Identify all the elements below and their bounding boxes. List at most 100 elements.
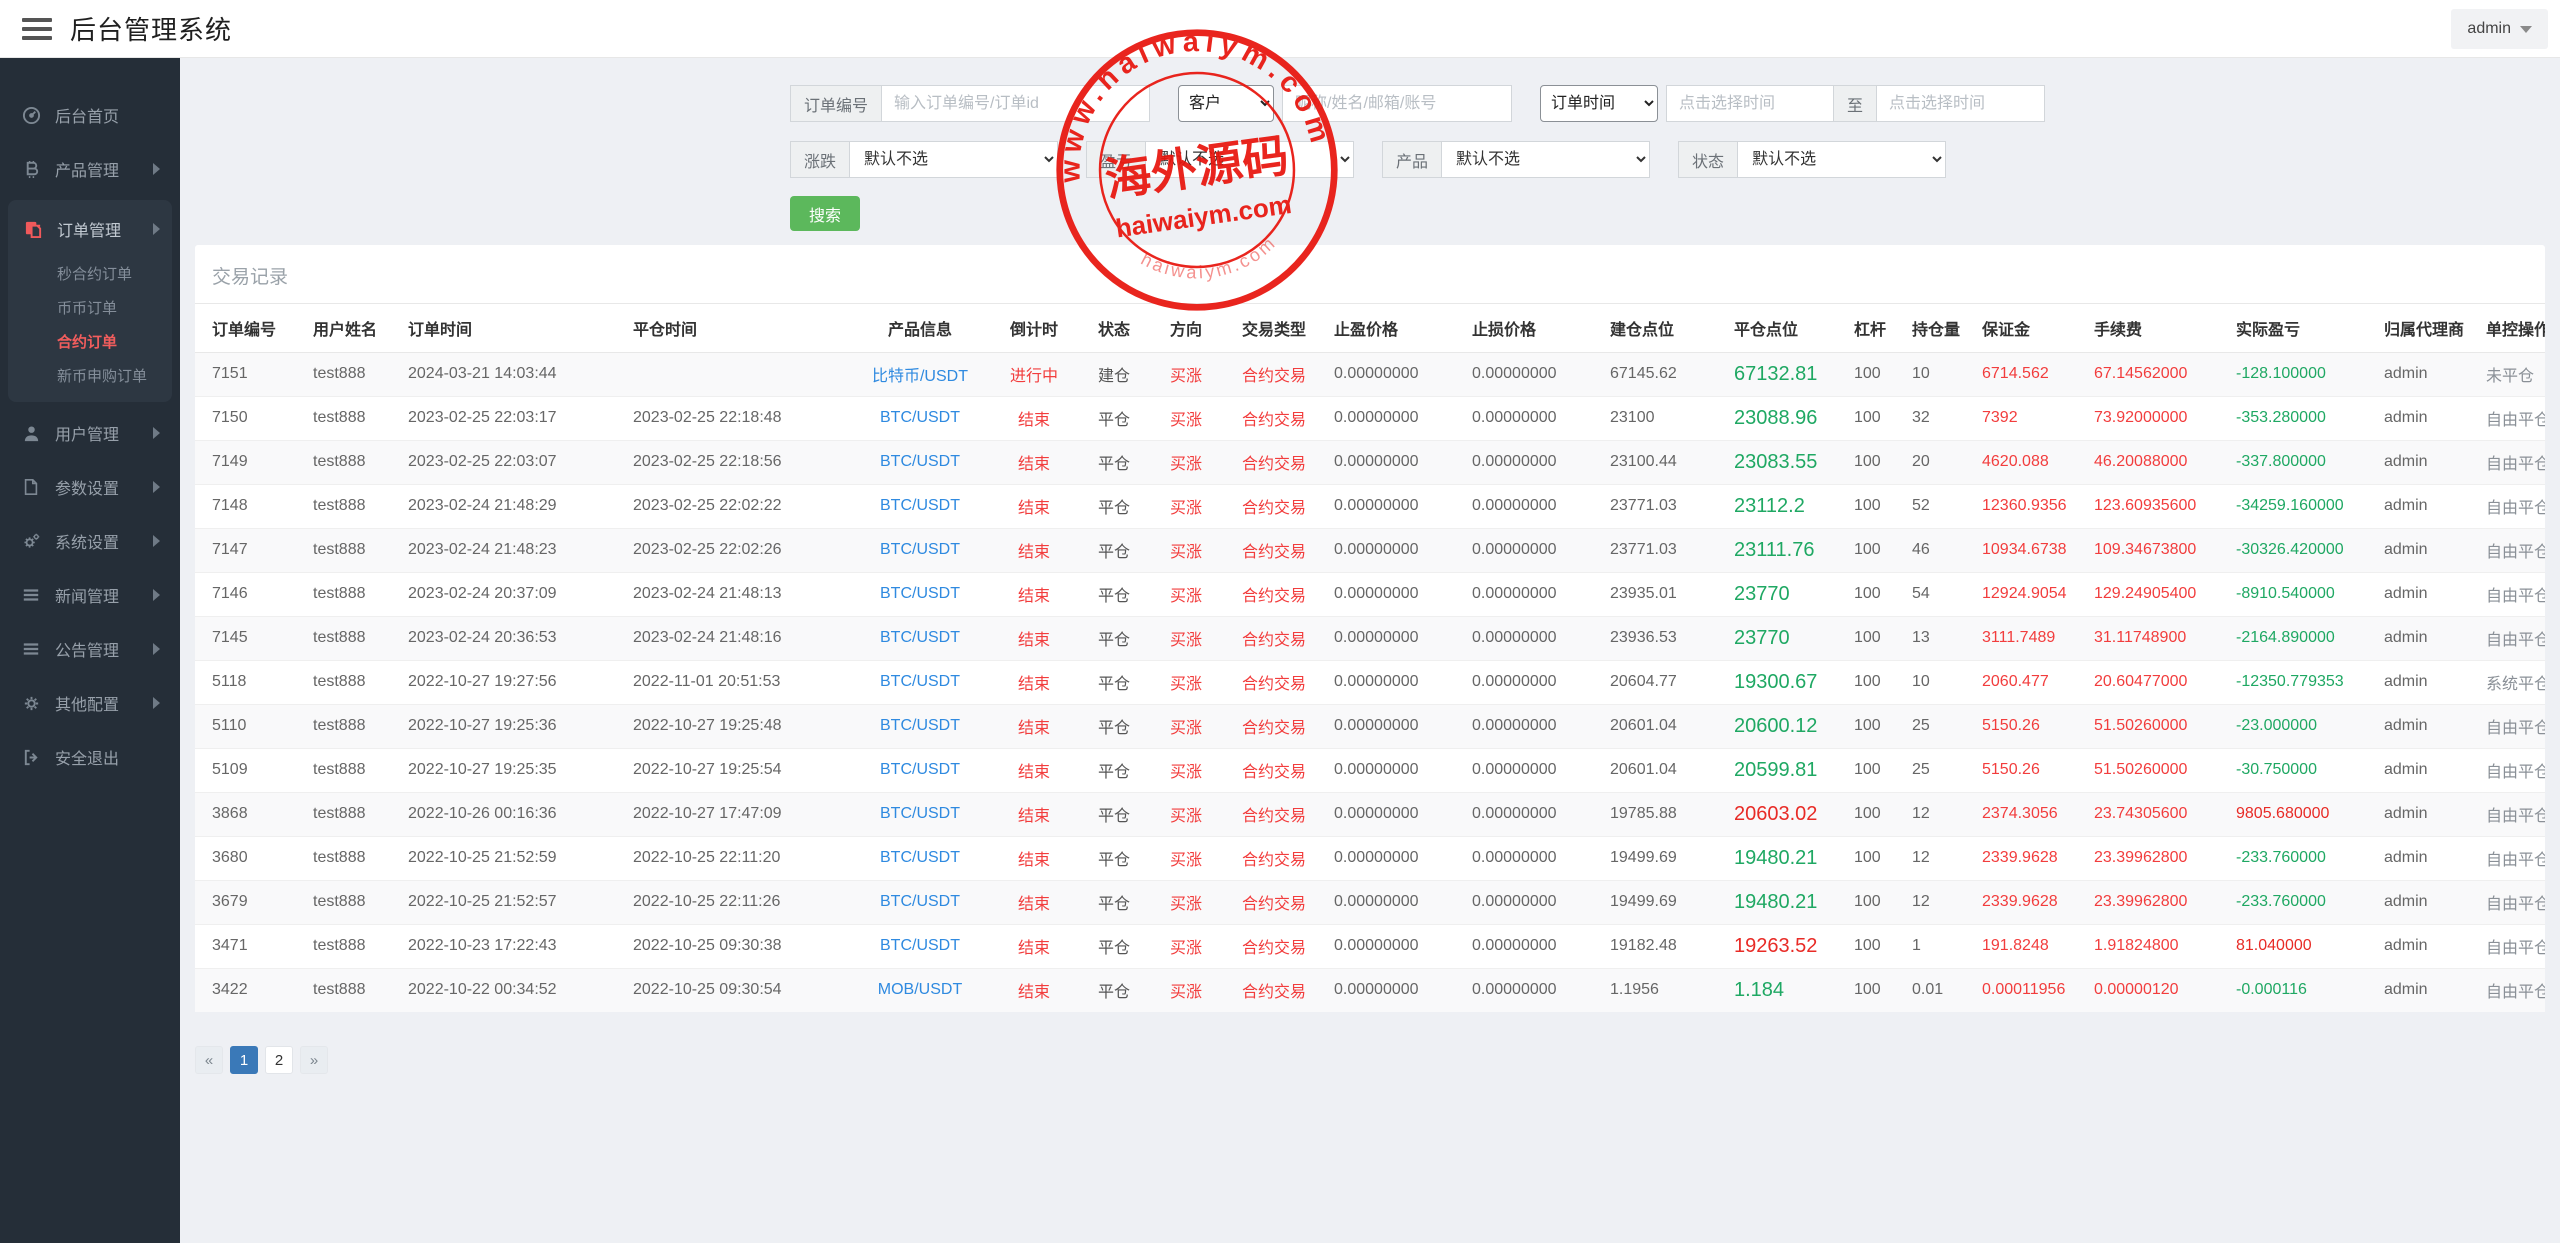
- cell-product[interactable]: BTC/USDT: [850, 836, 990, 880]
- cell-profit: -30326.420000: [2228, 528, 2376, 572]
- status-select[interactable]: 默认不选: [1738, 141, 1946, 178]
- cell-product[interactable]: MOB/USDT: [850, 968, 990, 1012]
- cell-product[interactable]: BTC/USDT: [850, 616, 990, 660]
- time-to-input[interactable]: [1877, 85, 2045, 122]
- customer-input[interactable]: [1282, 85, 1512, 122]
- cell-margin: 2060.477: [1974, 660, 2086, 704]
- cell-product[interactable]: BTC/USDT: [850, 748, 990, 792]
- cell-control: 自由平仓: [2478, 572, 2545, 616]
- sidebar-subitem-contract-orders[interactable]: 合约订单: [8, 324, 172, 358]
- cell-direction: 买涨: [1150, 572, 1222, 616]
- cell-status: 建仓: [1078, 352, 1150, 396]
- cell-type: 合约交易: [1222, 440, 1326, 484]
- updown-select[interactable]: 默认不选: [850, 141, 1058, 178]
- cell-volume: 10: [1904, 660, 1974, 704]
- cell-tp: 0.00000000: [1326, 748, 1464, 792]
- cell-leverage: 100: [1846, 968, 1904, 1012]
- chevron-right-icon: [153, 427, 160, 439]
- cell-leverage: 100: [1846, 616, 1904, 660]
- cell-close-price: 23083.55: [1726, 440, 1846, 484]
- pagination-prev-button[interactable]: «: [195, 1046, 223, 1074]
- order-no-label: 订单编号: [790, 85, 882, 122]
- sidebar-item-users[interactable]: 用户管理: [0, 406, 180, 460]
- cell-direction: 买涨: [1150, 396, 1222, 440]
- sidebar-subitem-second-contract-orders[interactable]: 秒合约订单: [8, 256, 172, 290]
- sidebar-item-dashboard[interactable]: 后台首页: [0, 88, 180, 142]
- cell-product[interactable]: BTC/USDT: [850, 660, 990, 704]
- cell-product[interactable]: BTC/USDT: [850, 792, 990, 836]
- cell-direction: 买涨: [1150, 968, 1222, 1012]
- cell-product[interactable]: BTC/USDT: [850, 924, 990, 968]
- cell-volume: 46: [1904, 528, 1974, 572]
- status-filter: 状态 默认不选: [1678, 141, 1946, 178]
- cell-fee: 67.14562000: [2086, 352, 2228, 396]
- pagination-page-1[interactable]: 1: [230, 1046, 258, 1074]
- cell-tp: 0.00000000: [1326, 396, 1464, 440]
- cell-volume: 12: [1904, 880, 1974, 924]
- cell-product[interactable]: BTC/USDT: [850, 484, 990, 528]
- hamburger-menu-icon[interactable]: [22, 13, 52, 45]
- chevron-right-icon: [153, 481, 160, 493]
- table-row: 7148test8882023-02-24 21:48:292023-02-25…: [195, 484, 2545, 528]
- pagination-next-button[interactable]: »: [300, 1046, 328, 1074]
- time-from-input[interactable]: [1666, 85, 1834, 122]
- cell-open-time: 2023-02-25 22:03:17: [400, 396, 625, 440]
- sidebar-subitem-new-coin-orders[interactable]: 新币申购订单: [8, 358, 172, 392]
- cell-product[interactable]: BTC/USDT: [850, 528, 990, 572]
- cell-volume: 54: [1904, 572, 1974, 616]
- pagination-page-2[interactable]: 2: [265, 1046, 293, 1074]
- list-icon: [20, 586, 42, 604]
- sidebar-item-news[interactable]: 新闻管理: [0, 568, 180, 622]
- chevron-right-icon: [153, 535, 160, 547]
- cell-fee: 51.50260000: [2086, 704, 2228, 748]
- cell-margin: 6714.562: [1974, 352, 2086, 396]
- table-row: 3868test8882022-10-26 00:16:362022-10-27…: [195, 792, 2545, 836]
- sidebar-item-orders[interactable]: 订单管理: [8, 202, 172, 256]
- cell-volume: 10: [1904, 352, 1974, 396]
- cell-user: test888: [305, 880, 400, 924]
- cell-profit: 81.040000: [2228, 924, 2376, 968]
- sidebar-item-logout[interactable]: 安全退出: [0, 730, 180, 784]
- cell-agent: admin: [2376, 396, 2478, 440]
- cell-product[interactable]: 比特币/USDT: [850, 352, 990, 396]
- product-select[interactable]: 默认不选: [1442, 141, 1650, 178]
- cell-tp: 0.00000000: [1326, 924, 1464, 968]
- order-no-input[interactable]: [882, 85, 1150, 122]
- cell-product[interactable]: BTC/USDT: [850, 704, 990, 748]
- cell-product[interactable]: BTC/USDT: [850, 880, 990, 924]
- user-menu[interactable]: admin: [2451, 9, 2548, 49]
- product-label: 产品: [1382, 141, 1442, 178]
- cell-fee: 109.34673800: [2086, 528, 2228, 572]
- sidebar-item-system[interactable]: 系统设置: [0, 514, 180, 568]
- pnl-select[interactable]: 默认不选: [1146, 141, 1354, 178]
- cell-open-time: 2023-02-24 20:37:09: [400, 572, 625, 616]
- time-type-select[interactable]: 订单时间: [1540, 85, 1658, 122]
- gears-icon: [20, 532, 42, 551]
- customer-type-select[interactable]: 客户: [1178, 85, 1274, 122]
- sidebar-item-params[interactable]: 参数设置: [0, 460, 180, 514]
- cell-close-time: 2022-10-25 22:11:20: [625, 836, 850, 880]
- cell-product[interactable]: BTC/USDT: [850, 396, 990, 440]
- cell-fee: 51.50260000: [2086, 748, 2228, 792]
- cell-open-time: 2023-02-24 21:48:29: [400, 484, 625, 528]
- cell-status: 平仓: [1078, 748, 1150, 792]
- sidebar-subitem-spot-orders[interactable]: 币币订单: [8, 290, 172, 324]
- cell-type: 合约交易: [1222, 924, 1326, 968]
- cell-tp: 0.00000000: [1326, 660, 1464, 704]
- sidebar-item-products[interactable]: 产品管理: [0, 142, 180, 196]
- cell-type: 合约交易: [1222, 352, 1326, 396]
- cell-id: 5118: [195, 660, 305, 704]
- cell-leverage: 100: [1846, 572, 1904, 616]
- column-header: 建仓点位: [1602, 304, 1726, 352]
- column-header: 保证金: [1974, 304, 2086, 352]
- cell-product[interactable]: BTC/USDT: [850, 572, 990, 616]
- cell-close-price: 67132.81: [1726, 352, 1846, 396]
- cell-close-time: 2023-02-24 21:48:13: [625, 572, 850, 616]
- cell-close-price: 19480.21: [1726, 880, 1846, 924]
- cell-product[interactable]: BTC/USDT: [850, 440, 990, 484]
- sidebar-item-notices[interactable]: 公告管理: [0, 622, 180, 676]
- search-button[interactable]: 搜索: [790, 196, 860, 231]
- table-row: 7150test8882023-02-25 22:03:172023-02-25…: [195, 396, 2545, 440]
- sidebar-item-other-config[interactable]: 其他配置: [0, 676, 180, 730]
- cell-agent: admin: [2376, 704, 2478, 748]
